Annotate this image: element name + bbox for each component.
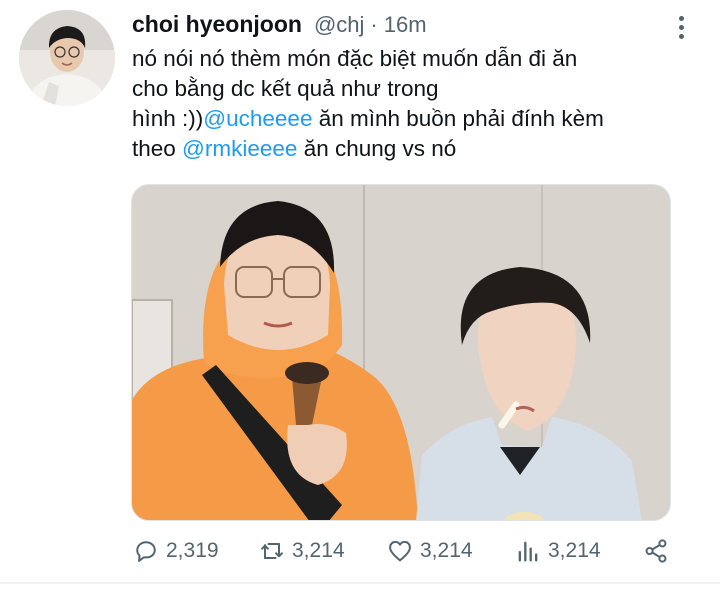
like-icon — [389, 540, 411, 562]
author-avatar[interactable] — [19, 10, 115, 106]
tweet-actions: 2,319 3,214 3,214 3,214 — [132, 533, 680, 569]
views-button[interactable]: 3,214 — [514, 533, 601, 569]
reply-count: 2,319 — [166, 539, 219, 562]
views-icon — [518, 541, 538, 562]
tweet-photo[interactable] — [131, 184, 671, 521]
tweet-timestamp[interactable]: 16m — [384, 12, 427, 38]
tweet-divider — [0, 582, 720, 584]
like-count: 3,214 — [420, 539, 473, 562]
share-button[interactable] — [642, 533, 670, 569]
tweet-text-line: hình :))@ucheeee ăn mình buồn phải đính … — [132, 104, 672, 134]
author-handle[interactable]: @chj — [314, 12, 364, 38]
share-icon — [645, 539, 667, 563]
reply-icon — [136, 541, 156, 562]
tweet-text-segment: hình :)) — [132, 106, 204, 131]
tweet-text-line: cho bằng dc kết quả như trong — [132, 74, 672, 104]
tweet-text-line: theo @rmkieeee ăn chung vs nó — [132, 134, 672, 164]
tweet-text-segment: ăn chung vs nó — [297, 136, 457, 161]
mention-link[interactable]: @ucheeee — [203, 106, 312, 131]
tweet-text-segment: nó nói nó thèm món đặc biệt muốn dẫn đi … — [132, 46, 578, 71]
tweet-text-segment: ăn mình buồn phải đính kèm — [312, 106, 604, 131]
tweet-text-segment: cho bằng dc kết quả như trong — [132, 76, 439, 101]
header-separator: · — [370, 12, 378, 37]
views-count: 3,214 — [548, 539, 601, 562]
tweet-text-segment: theo — [132, 136, 183, 161]
tweet-text-line: nó nói nó thèm món đặc biệt muốn dẫn đi … — [132, 44, 672, 74]
mention-link[interactable]: @rmkieeee — [182, 136, 297, 161]
tweet-text: nó nói nó thèm món đặc biệt muốn dẫn đi … — [132, 44, 672, 164]
avatar-image — [19, 10, 115, 106]
retweet-count: 3,214 — [292, 539, 345, 562]
retweet-icon — [261, 543, 283, 559]
more-vertical-icon — [678, 15, 684, 21]
author-display-name[interactable]: choi hyeonjoon — [132, 11, 302, 38]
reply-button[interactable]: 2,319 — [132, 533, 219, 569]
like-button[interactable]: 3,214 — [386, 533, 473, 569]
tweet-header: choi hyeonjoon @chj · 16m — [132, 11, 427, 41]
retweet-button[interactable]: 3,214 — [258, 533, 345, 569]
more-options-button[interactable] — [668, 10, 694, 44]
photo-image — [132, 185, 670, 520]
